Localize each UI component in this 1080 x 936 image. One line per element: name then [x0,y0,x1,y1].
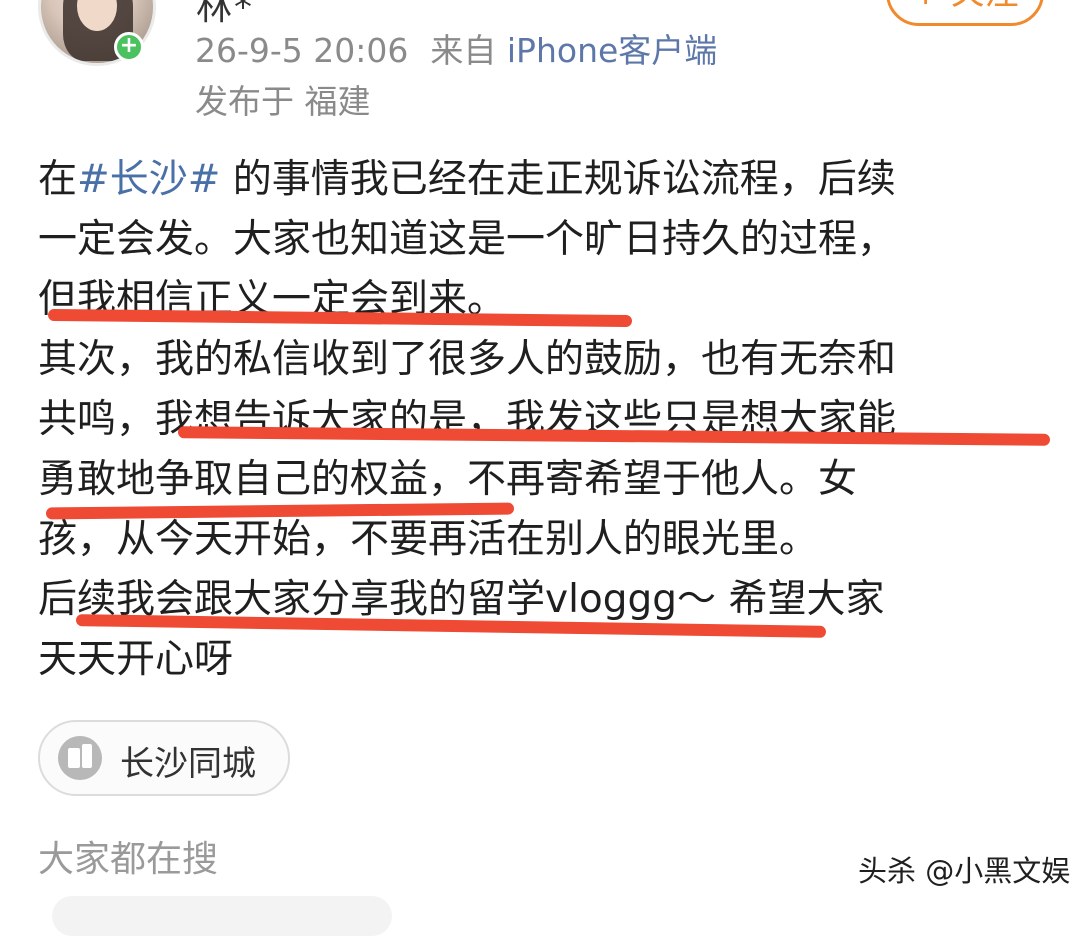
add-friend-badge-icon[interactable]: + [114,32,144,62]
building-icon [58,736,102,780]
post-line: 孩，从今天开始，不要再活在别人的眼光里。 [38,517,819,562]
topic-chip-label: 长沙同城 [120,744,256,784]
post-header: + 林* 26-9-5 20:06来自 iPhone客户端 发布于 福建 + 关… [0,0,1080,130]
post-body: 在#长沙# 的事情我已经在走正规诉讼流程，后续 一定会发。大家也知道这是一个旷日… [38,150,1048,690]
hashtag-link[interactable]: #长沙# [77,157,220,202]
post-line: 在#长沙# 的事情我已经在走正规诉讼流程，后续 [38,157,896,202]
post-line: 天天开心呀 [38,637,234,682]
post-location: 发布于 福建 [195,82,371,121]
trending-search-item[interactable] [52,896,392,936]
follow-button[interactable]: + 关注 [886,0,1044,26]
post-meta: 26-9-5 20:06 来自 iPhone客户端 [195,24,717,72]
post-line: 其次，我的私信收到了很多人的鼓励，也有无奈和 [38,337,897,382]
trending-search-heading: 大家都在搜 [38,839,219,880]
post-line: 勇敢地争取自己的权益，不再寄希望于他人。女 [38,457,858,502]
topic-chip[interactable]: 长沙同城 [38,720,290,796]
watermark: 头杀 @小黑文娱 [858,854,1071,888]
source-prefix: 来自 [430,31,497,70]
post-date-time: 26-9-5 20:06 [195,31,409,70]
post-line: 一定会发。大家也知道这是一个旷日持久的过程， [38,217,897,262]
source-client-link[interactable]: iPhone客户端 [507,31,717,70]
